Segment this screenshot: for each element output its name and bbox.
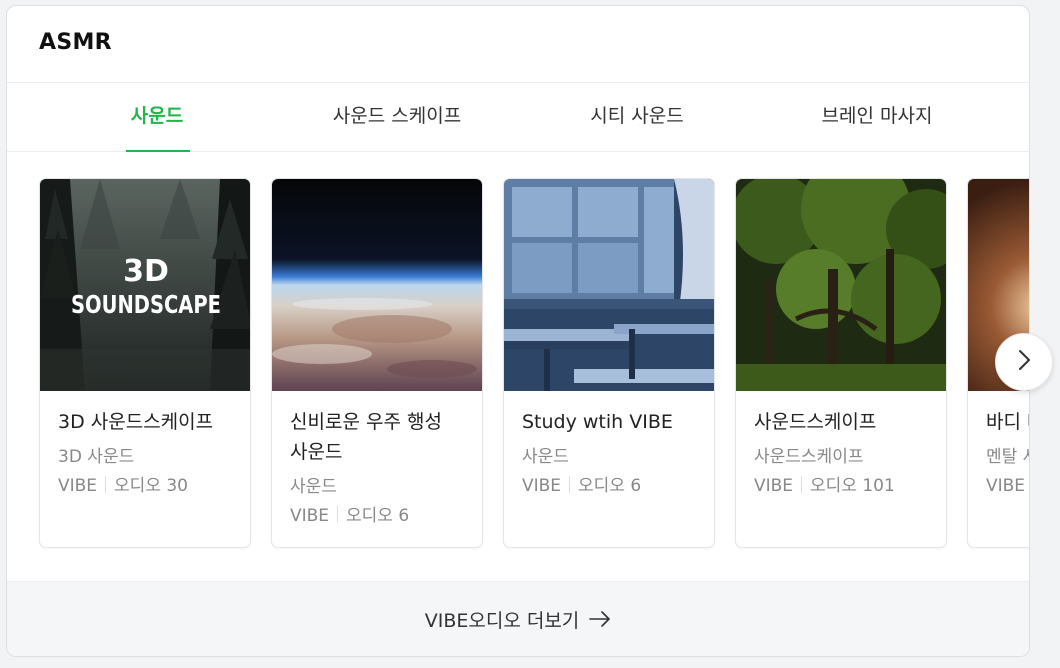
carousel-next-button[interactable] (995, 333, 1053, 391)
tab-bar: 사운드 사운드 스케이프 시티 사운드 브레인 마사지 (7, 82, 1029, 152)
card-source: VIBE (290, 506, 330, 526)
card-thumbnail: 3D SOUNDSCAPE (40, 179, 250, 391)
card-category: 사운드 (290, 477, 337, 497)
card-category: 사운드 (522, 447, 569, 467)
card-count: 오디오 6 (578, 476, 642, 496)
tab-soundscape[interactable]: 사운드 스케이프 (277, 82, 517, 151)
divider (105, 476, 107, 493)
card-meta: VIBE 오디오 6 (522, 472, 696, 501)
divider (801, 476, 803, 493)
tab-sound[interactable]: 사운드 (37, 82, 277, 151)
card-source: VIBE (58, 476, 98, 496)
divider (569, 476, 571, 493)
playlist-card[interactable]: 사운드스케이프 사운드스케이프 VIBE 오디오 101 (735, 178, 947, 548)
card-category: 멘탈 사운드 (986, 447, 1029, 467)
card-count: 오디오 6 (346, 506, 410, 526)
card-thumbnail (736, 179, 946, 391)
tab-city-sound[interactable]: 시티 사운드 (517, 82, 757, 151)
card-count: 오디오 30 (114, 476, 189, 496)
card-meta: VIBE 오디오 101 (754, 472, 928, 501)
thumb-title-soundscape: SOUNDSCAPE (71, 290, 221, 319)
thumb-title-3d: 3D (123, 254, 169, 289)
card-source: VIBE (754, 476, 794, 496)
asmr-section: ASMR 사운드 사운드 스케이프 시티 사운드 브레인 마사지 3D SOUN… (6, 5, 1030, 657)
card-category: 3D 사운드 (58, 447, 135, 467)
active-tab-indicator (126, 150, 190, 152)
divider (337, 506, 339, 523)
card-source: VIBE (522, 476, 562, 496)
card-title: 3D 사운드스케이프 (58, 411, 214, 433)
section-title: ASMR (39, 30, 112, 55)
playlist-card[interactable]: Study wtih VIBE 사운드 VIBE 오디오 6 (503, 178, 715, 548)
card-meta: VIBE 오디오 30 (58, 472, 232, 501)
more-label: VIBE오디오 더보기 (424, 609, 580, 632)
playlist-card[interactable]: 신비로운 우주 행성 사운드 사운드 VIBE 오디오 6 (271, 178, 483, 548)
card-title: 바디 마사지 (986, 411, 1029, 433)
card-title: 사운드스케이프 (754, 411, 877, 433)
card-meta: VIBE 오디오 6 (290, 502, 464, 531)
tab-brain-massage[interactable]: 브레인 마사지 (757, 82, 997, 151)
playlist-card[interactable]: 3D SOUNDSCAPE 3D 사운드스케이프 3D 사운드 VIBE 오디오 … (39, 178, 251, 548)
section-header: ASMR (7, 6, 1029, 83)
chevron-right-icon (1017, 349, 1031, 375)
card-source: VIBE (986, 476, 1026, 496)
card-carousel: 3D SOUNDSCAPE 3D 사운드스케이프 3D 사운드 VIBE 오디오 … (7, 178, 1029, 552)
arrow-right-icon (589, 611, 611, 627)
card-title: Study wtih VIBE (522, 411, 673, 433)
card-thumbnail (272, 179, 482, 391)
card-thumbnail (504, 179, 714, 391)
more-vibe-audio-button[interactable]: VIBE오디오 더보기 (7, 581, 1029, 656)
card-category: 사운드스케이프 (754, 447, 864, 467)
card-count: 오디오 101 (810, 476, 895, 496)
card-meta: VIBE (986, 472, 1029, 501)
card-title: 신비로운 우주 행성 사운드 (290, 411, 442, 463)
